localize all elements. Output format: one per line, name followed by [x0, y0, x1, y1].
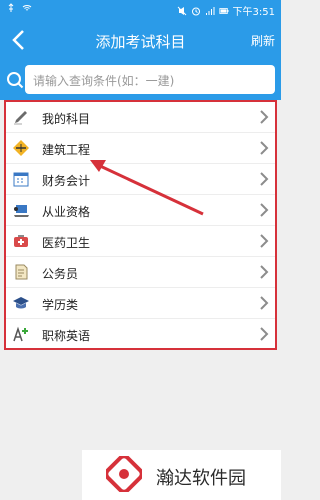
category-item-education[interactable]: 学历类: [6, 288, 275, 319]
category-item-civil-servant[interactable]: 公务员: [6, 257, 275, 288]
category-label: 医药卫生: [42, 236, 91, 250]
pen-icon: [14, 111, 27, 125]
page-title: 添加考试科目: [95, 33, 186, 51]
category-item-finance[interactable]: 财务会计: [6, 164, 275, 195]
search-icon[interactable]: [5, 70, 25, 90]
category-label: 我的科目: [42, 112, 91, 126]
graduation-cap-icon: [13, 297, 29, 309]
category-label: 公务员: [42, 267, 79, 281]
chevron-right-icon: [260, 110, 269, 124]
category-list: 我的科目 建筑工程 财务会计 从业资格 医药卫生 公务员 学历类 职称英语: [4, 100, 277, 350]
construction-sign-icon: [13, 140, 29, 156]
alarm-icon: [191, 7, 200, 15]
chevron-right-icon: [260, 296, 269, 310]
status-time: 下午3:51: [232, 7, 275, 18]
search-bar: 请输入查询条件(如：一建): [0, 62, 281, 100]
category-item-my-subjects[interactable]: 我的科目: [6, 102, 275, 133]
signal-icon: [205, 6, 215, 15]
chevron-right-icon: [260, 265, 269, 279]
translate-icon: [13, 326, 28, 342]
category-label: 财务会计: [42, 174, 91, 188]
chevron-right-icon: [260, 327, 269, 341]
category-label: 学历类: [42, 298, 79, 312]
category-item-qualification[interactable]: 从业资格: [6, 195, 275, 226]
chevron-right-icon: [260, 141, 269, 155]
wifi-icon: [22, 5, 32, 11]
chevron-right-icon: [260, 172, 269, 186]
medical-kit-icon: [14, 235, 28, 247]
mute-icon: [177, 6, 186, 15]
category-item-medicine[interactable]: 医药卫生: [6, 226, 275, 257]
chevron-right-icon: [260, 203, 269, 217]
status-bar: 下午3:51: [0, 0, 281, 18]
search-placeholder: 请输入查询条件(如：一建): [33, 74, 175, 88]
category-label: 职称英语: [42, 329, 91, 343]
chevron-right-icon: [260, 234, 269, 248]
calendar-icon: [13, 172, 29, 187]
category-item-construction[interactable]: 建筑工程: [6, 133, 275, 164]
search-input[interactable]: 请输入查询条件(如：一建): [25, 65, 275, 94]
watermark-text: 瀚达软件园: [156, 468, 246, 489]
watermark: 瀚达软件园: [82, 450, 281, 500]
battery-icon: [218, 7, 229, 14]
laptop-person-icon: [14, 205, 29, 217]
refresh-button[interactable]: 刷新: [251, 32, 275, 49]
document-icon: [15, 264, 28, 280]
category-item-english[interactable]: 职称英语: [6, 319, 275, 350]
usb-icon: [8, 3, 14, 12]
app-bar: 添加考试科目 刷新: [0, 18, 281, 62]
category-label: 建筑工程: [42, 143, 91, 157]
watermark-logo: [106, 456, 142, 492]
category-label: 从业资格: [42, 205, 91, 219]
